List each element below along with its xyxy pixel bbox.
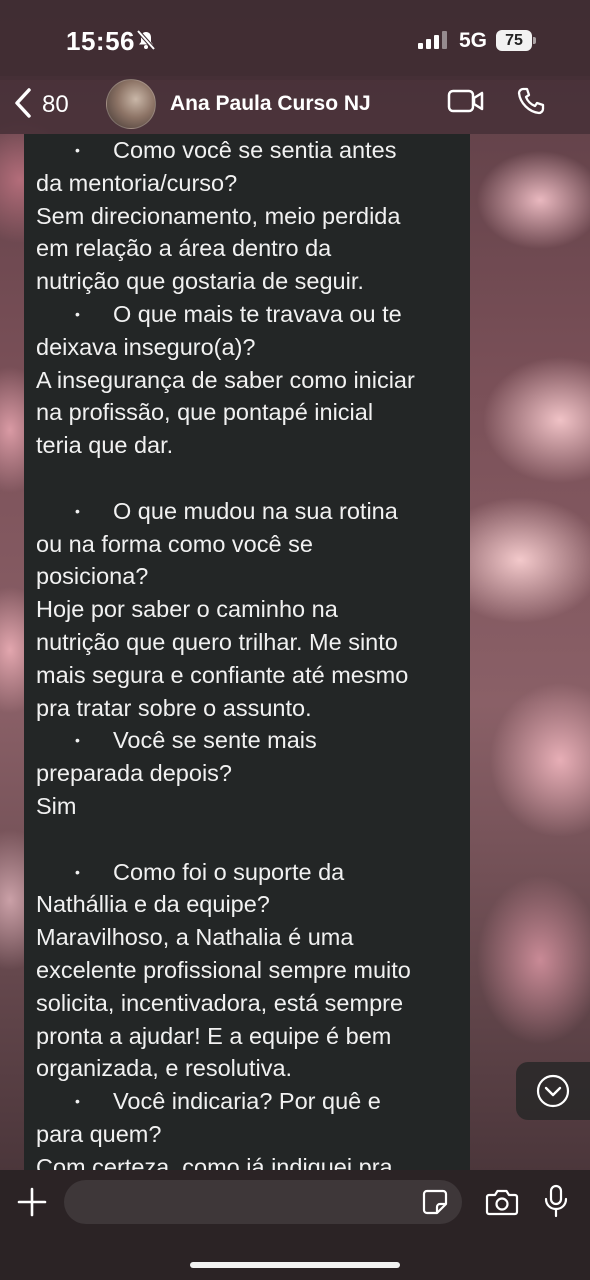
- avatar[interactable]: [106, 79, 156, 129]
- phone-icon: [517, 87, 545, 115]
- home-indicator[interactable]: [190, 1262, 400, 1268]
- message-line-text: O que mudou na sua rotina: [113, 497, 398, 524]
- bullet-dot: •: [75, 142, 80, 158]
- message-line: ou na forma como você se: [36, 530, 313, 557]
- message-line-text: Você se sente mais: [113, 727, 317, 754]
- camera-icon: [485, 1189, 519, 1216]
- message-line: deixava inseguro(a)?: [36, 333, 256, 360]
- unread-count: 80: [42, 91, 69, 118]
- chevron-down-icon: [536, 1074, 570, 1108]
- message-line: Sem direcionamento, meio perdida: [36, 202, 401, 229]
- message-input[interactable]: [64, 1180, 462, 1224]
- message-text: • Como você se sentia antes da mentoria/cu…: [36, 134, 466, 1170]
- video-icon: [447, 89, 484, 113]
- message-bullet-line: • O que mais te travava ou te: [36, 298, 466, 331]
- status-bar: 15:56 5G 75: [0, 0, 590, 80]
- video-call-button[interactable]: [447, 88, 485, 119]
- message-line: da mentoria/curso?: [36, 169, 238, 196]
- message-line-text: O que mais te travava ou te: [113, 300, 402, 327]
- message-line-text: Como você se sentia antes: [113, 137, 397, 163]
- composer-bar: [0, 1170, 590, 1280]
- voice-call-button[interactable]: [516, 86, 546, 121]
- battery-level: 75: [496, 30, 532, 51]
- message-line: mais segura e confiante até mesmo: [36, 661, 409, 688]
- bullet-dot: •: [75, 305, 80, 322]
- bell-slash-icon: [136, 29, 156, 55]
- message-bullet-line: • Você indicaria? Por quê e: [36, 1085, 466, 1118]
- bullet-dot: •: [75, 1093, 80, 1110]
- battery-tip: [533, 37, 536, 44]
- bullet-dot: •: [75, 732, 80, 749]
- message-line: solicita, incentivadora, está sempre: [36, 989, 404, 1016]
- chat-header: 80 Ana Paula Curso NJ: [0, 76, 590, 134]
- message-bubble[interactable]: • Como você se sentia antes da mentoria/cu…: [24, 134, 470, 1170]
- message-line: A insegurança de saber como iniciar: [36, 366, 415, 393]
- attach-button[interactable]: [16, 1186, 48, 1223]
- message-line: Hoje por saber o caminho na: [36, 596, 338, 623]
- message-line: pra tratar sobre o assunto.: [36, 694, 312, 721]
- message-line: preparada depois?: [36, 760, 232, 787]
- message-line: Sim: [36, 792, 77, 819]
- message-line: Nathállia e da equipe?: [36, 891, 270, 918]
- signal-icon: [418, 31, 448, 54]
- message-line: organizada, e resolutiva.: [36, 1055, 293, 1082]
- message-line-text: Como foi o suporte da: [113, 858, 345, 885]
- mic-icon: [544, 1184, 568, 1218]
- camera-button[interactable]: [485, 1188, 519, 1221]
- message-line: excelente profissional sempre muito: [36, 956, 411, 983]
- message-bullet-line: • Você se sente mais: [36, 724, 466, 757]
- contact-name[interactable]: Ana Paula Curso NJ: [170, 92, 371, 116]
- message-line: na profissão, que pontapé inicial: [36, 399, 374, 426]
- message-bullet-line: • Como você se sentia antes: [36, 134, 466, 167]
- network-type: 5G: [459, 29, 488, 52]
- message-line: posiciona?: [36, 563, 149, 590]
- scroll-to-bottom-button[interactable]: [516, 1062, 590, 1120]
- message-bullet-line: • O que mudou na sua rotina: [36, 495, 466, 528]
- back-button[interactable]: 80: [14, 86, 94, 124]
- message-line: para quem?: [36, 1120, 162, 1147]
- plus-icon: [17, 1187, 47, 1217]
- message-line: nutrição que gostaria de seguir.: [36, 268, 364, 295]
- message-line: em relação a área dentro da: [36, 235, 332, 262]
- chevron-left-icon: [14, 87, 32, 123]
- status-time: 15:56: [66, 26, 135, 56]
- bullet-dot: •: [75, 502, 80, 519]
- message-line: nutrição que quero trilhar. Me sinto: [36, 628, 398, 655]
- message-line: Com certeza, como já indiquei pra: [36, 1153, 393, 1170]
- bullet-dot: •: [75, 863, 80, 880]
- sticker-icon[interactable]: [422, 1189, 448, 1220]
- message-line-text: Você indicaria? Por quê e: [113, 1088, 381, 1115]
- message-line: teria que dar.: [36, 432, 174, 459]
- message-bullet-line: • Como foi o suporte da: [36, 856, 466, 889]
- battery-indicator: 75: [496, 30, 536, 51]
- message-line: pronta a ajudar! E a equipe é bem: [36, 1022, 392, 1049]
- message-line: Maravilhoso, a Nathalia é uma: [36, 924, 354, 951]
- mic-button[interactable]: [543, 1184, 569, 1223]
